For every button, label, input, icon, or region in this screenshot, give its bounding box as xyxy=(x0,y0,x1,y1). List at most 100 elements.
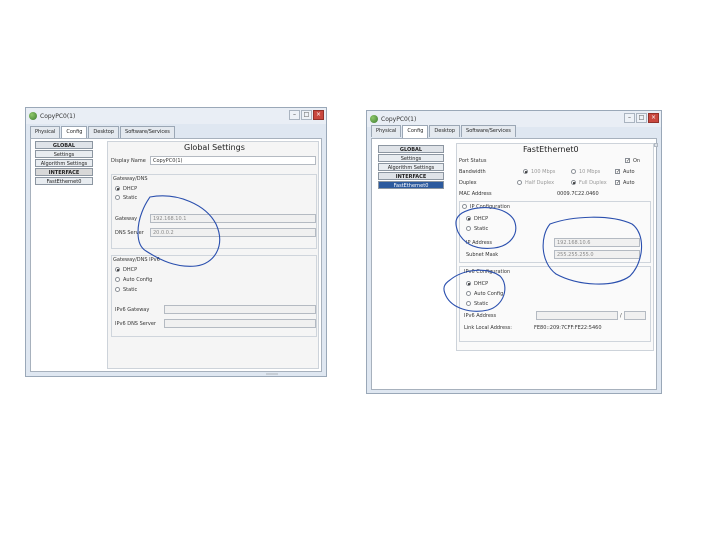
ipv6-configuration-group: IPv6 Configuration DHCP Auto Config Stat… xyxy=(459,266,651,342)
port-on-label: On xyxy=(633,158,641,164)
minimize-icon[interactable]: – xyxy=(289,110,300,120)
ipv6-static-radio[interactable] xyxy=(466,301,471,306)
tab-desktop[interactable]: Desktop xyxy=(429,125,461,137)
gateway-dns-ipv6-label: Gateway/DNS IPv6 xyxy=(113,257,160,263)
sidebar-item-global[interactable]: GLOBAL xyxy=(35,141,93,149)
right-config-window: CopyPC0(1) – □ × Physical Config Desktop… xyxy=(366,110,662,394)
ipv6-address-label: IPv6 Address xyxy=(464,313,497,319)
panel-title: FastEthernet0 xyxy=(523,145,579,154)
left-resize-grip[interactable] xyxy=(266,373,278,375)
mac-address-label: MAC Address xyxy=(459,191,492,197)
half-duplex-radio[interactable] xyxy=(517,180,522,185)
ip-config-expand-icon xyxy=(462,204,467,209)
sidebar-item-algorithm-settings[interactable]: Algorithm Settings xyxy=(378,163,444,171)
ipv6-dhcp-radio[interactable] xyxy=(115,267,120,272)
bandwidth-auto-label: Auto xyxy=(623,169,635,175)
ipv6-auto-config-label: Auto Config xyxy=(123,277,153,283)
duplex-label: Duplex xyxy=(459,180,477,186)
ipv6-dns-server-input[interactable] xyxy=(164,319,316,328)
duplex-auto-checkbox[interactable]: ✓ xyxy=(615,180,620,186)
ip-static-label: Static xyxy=(474,226,489,232)
ip-dhcp-radio[interactable] xyxy=(466,216,471,221)
tab-software-services[interactable]: Software/Services xyxy=(461,125,516,137)
sidebar-item-interface[interactable]: INTERFACE xyxy=(378,172,444,180)
ipv6-prefix-separator: / xyxy=(620,313,622,319)
tab-physical[interactable]: Physical xyxy=(371,125,402,137)
port-on-checkbox[interactable]: ✓ xyxy=(625,158,630,164)
static-label: Static xyxy=(123,195,138,201)
sidebar-item-interface[interactable]: INTERFACE xyxy=(35,168,93,176)
bandwidth-100-label: 100 Mbps xyxy=(531,169,556,175)
full-duplex-radio[interactable] xyxy=(571,180,576,185)
sidebar-item-fastethernet0[interactable]: FastEthernet0 xyxy=(35,177,93,185)
right-window-title: CopyPC0(1) xyxy=(381,115,417,123)
ipv6-address-input[interactable] xyxy=(536,311,618,320)
tab-desktop[interactable]: Desktop xyxy=(88,126,120,138)
bandwidth-10-radio[interactable] xyxy=(571,169,576,174)
gateway-dns-ipv6-group: Gateway/DNS IPv6 DHCP Auto Config Static… xyxy=(111,255,317,337)
mac-address-value: 0009.7C22.0460 xyxy=(557,191,599,197)
close-icon[interactable]: × xyxy=(313,110,324,120)
ip-configuration-group: IP Configuration DHCP Static IP Address … xyxy=(459,201,651,263)
ipv6-dhcp-label: DHCP xyxy=(474,281,489,287)
packet-tracer-icon xyxy=(370,115,378,123)
bandwidth-label: Bandwidth xyxy=(459,169,486,175)
subnet-mask-input[interactable]: 255.255.255.0 xyxy=(554,250,640,259)
port-status-label: Port Status xyxy=(459,158,487,164)
ipv6-gateway-input[interactable] xyxy=(164,305,316,314)
global-settings-panel: Global Settings Display Name CopyPC0(1) … xyxy=(107,141,319,369)
ip-dhcp-label: DHCP xyxy=(474,216,489,222)
maximize-icon[interactable]: □ xyxy=(301,110,312,120)
gateway-dns-label: Gateway/DNS xyxy=(113,176,148,182)
left-title-bar[interactable]: CopyPC0(1) – □ × xyxy=(26,108,326,124)
bandwidth-10-label: 10 Mbps xyxy=(579,169,601,175)
left-sidebar: GLOBAL Settings Algorithm Settings INTER… xyxy=(35,141,93,186)
link-local-address-label: Link Local Address: xyxy=(464,325,512,331)
static-radio[interactable] xyxy=(115,195,120,200)
ipv6-dhcp-radio[interactable] xyxy=(466,281,471,286)
display-name-input[interactable]: CopyPC0(1) xyxy=(150,156,316,165)
left-window-title: CopyPC0(1) xyxy=(40,112,76,120)
dns-server-input[interactable]: 20.0.0.2 xyxy=(150,228,316,237)
fastethernet-panel: FastEthernet0 Port Status ✓ On Bandwidth… xyxy=(456,143,654,351)
gateway-label: Gateway xyxy=(115,216,138,222)
ip-address-input[interactable]: 192.168.10.6 xyxy=(554,238,640,247)
left-tab-bar: Physical Config Desktop Software/Service… xyxy=(30,126,176,140)
dns-server-label: DNS Server xyxy=(115,230,144,236)
ipv6-gateway-label: IPv6 Gateway xyxy=(115,307,150,313)
dhcp-radio[interactable] xyxy=(115,186,120,191)
ipv6-dns-server-label: IPv6 DNS Server xyxy=(115,321,156,327)
right-panel-scroll-up[interactable] xyxy=(654,143,658,147)
bandwidth-100-radio[interactable] xyxy=(523,169,528,174)
left-config-window: CopyPC0(1) – □ × Physical Config Desktop… xyxy=(25,107,327,377)
right-sidebar: GLOBAL Settings Algorithm Settings INTER… xyxy=(378,145,444,190)
sidebar-item-global[interactable]: GLOBAL xyxy=(378,145,444,153)
gateway-input[interactable]: 192.168.10.1 xyxy=(150,214,316,223)
sidebar-item-settings[interactable]: Settings xyxy=(378,154,444,162)
bandwidth-auto-checkbox[interactable]: ✓ xyxy=(615,169,620,175)
ipv6-auto-config-radio[interactable] xyxy=(466,291,471,296)
tab-config[interactable]: Config xyxy=(402,125,429,139)
ipv6-static-label: Static xyxy=(474,301,489,307)
sidebar-item-algorithm-settings[interactable]: Algorithm Settings xyxy=(35,159,93,167)
ip-static-radio[interactable] xyxy=(466,226,471,231)
ipv6-static-radio[interactable] xyxy=(115,287,120,292)
tab-software-services[interactable]: Software/Services xyxy=(120,126,175,138)
right-tab-bar: Physical Config Desktop Software/Service… xyxy=(371,125,517,139)
maximize-icon[interactable]: □ xyxy=(636,113,647,123)
ipv6-auto-config-radio[interactable] xyxy=(115,277,120,282)
ipv6-dhcp-label: DHCP xyxy=(123,267,138,273)
tab-physical[interactable]: Physical xyxy=(30,126,61,138)
link-local-address-value: FE80::209:7CFF:FE22:5460 xyxy=(534,325,602,331)
ipv6-prefix-input[interactable] xyxy=(624,311,646,320)
right-config-content: GLOBAL Settings Algorithm Settings INTER… xyxy=(371,138,658,390)
sidebar-item-settings[interactable]: Settings xyxy=(35,150,93,158)
ipv6-configuration-label: IPv6 Configuration xyxy=(464,269,511,275)
dhcp-label: DHCP xyxy=(123,186,138,192)
duplex-auto-label: Auto xyxy=(623,180,635,186)
minimize-icon[interactable]: – xyxy=(624,113,635,123)
packet-tracer-icon xyxy=(29,112,37,120)
half-duplex-label: Half Duplex xyxy=(525,180,555,186)
sidebar-item-fastethernet0[interactable]: FastEthernet0 xyxy=(378,181,444,189)
close-icon[interactable]: × xyxy=(648,113,659,123)
